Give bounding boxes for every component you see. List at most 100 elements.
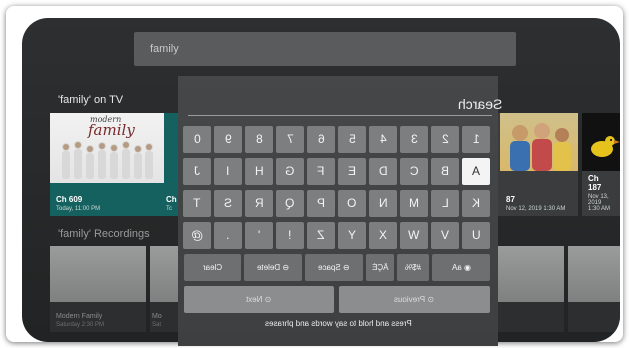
- key-at[interactable]: @: [183, 222, 211, 249]
- key-9[interactable]: 9: [214, 126, 242, 153]
- bird-icon: [591, 136, 620, 157]
- key-r[interactable]: R: [245, 190, 273, 217]
- search-field[interactable]: family: [134, 32, 516, 66]
- key-clear[interactable]: Clear: [184, 254, 241, 281]
- channel-label: Ch 609: [56, 195, 83, 204]
- key-shift-case[interactable]: ◉ aA: [432, 254, 490, 281]
- recording-card[interactable]: Mo Sat: [150, 246, 180, 332]
- key-y[interactable]: Y: [338, 222, 366, 249]
- key-f[interactable]: F: [307, 158, 335, 185]
- recording-title: Mo: [152, 313, 162, 320]
- key-row-functions: ◉ aA #$% ÄÇÉ ⊖ Space ⊖ Delete Clear: [184, 254, 490, 281]
- key-l[interactable]: L: [431, 190, 459, 217]
- recording-time: Saturday 2:30 PM: [56, 322, 105, 328]
- key-row-nav: ⊙ Previous ⊙ Next: [184, 286, 490, 313]
- key-3[interactable]: 3: [400, 126, 428, 153]
- card-meta: Ch Tc: [164, 191, 178, 216]
- card-meta: 87 Nov 12, 2019 1:30 AM: [500, 191, 578, 216]
- program-card-partial[interactable]: Ch Tc: [164, 113, 178, 216]
- recording-card[interactable]: [568, 246, 620, 332]
- key-s[interactable]: S: [214, 190, 242, 217]
- next-icon: ⊙ Next: [246, 295, 272, 304]
- key-4[interactable]: 4: [369, 126, 397, 153]
- program-card-right[interactable]: 87 Nov 12, 2019 1:30 AM: [500, 113, 578, 216]
- channel-label: 87: [506, 195, 515, 204]
- program-thumbnail: [500, 113, 578, 171]
- program-thumbnail: [582, 113, 620, 171]
- search-query: family: [150, 43, 179, 55]
- key-row-a-j: A B C D E F G H I J: [183, 158, 490, 185]
- key-i[interactable]: I: [214, 158, 242, 185]
- key-c[interactable]: C: [400, 158, 428, 185]
- cast-photo-icon: [62, 141, 153, 179]
- recording-card[interactable]: Modern Family Saturday 2:30 PM: [50, 246, 146, 332]
- program-thumbnail: modern family: [50, 113, 164, 183]
- key-h[interactable]: H: [245, 158, 273, 185]
- air-time: Today, 11:00 PM: [56, 206, 101, 212]
- program-card-modern-family[interactable]: modern family Ch 609 Today, 11:00 PM: [50, 113, 164, 216]
- channel-label: Ch 187: [588, 174, 602, 192]
- card-meta: Modern Family Saturday 2:30 PM: [50, 309, 146, 332]
- card-meta: Mo Sat: [150, 309, 180, 332]
- key-6[interactable]: 6: [307, 126, 335, 153]
- section-recordings-title: 'family' Recordings: [58, 228, 150, 240]
- circle-button-icon: ◉ aA: [451, 263, 471, 272]
- key-0[interactable]: 0: [183, 126, 211, 153]
- recording-thumbnail: [496, 246, 564, 302]
- recording-time: Sat: [152, 322, 162, 328]
- recording-thumbnail: [568, 246, 620, 302]
- air-time: Tc: [166, 206, 172, 212]
- recording-thumbnail: [50, 246, 146, 302]
- program-card-far-right[interactable]: Ch 187 Nov 13, 2019 1:30 AM: [582, 113, 620, 216]
- key-row-k-t: K L M N O P Q R S T: [183, 190, 490, 217]
- key-x[interactable]: X: [369, 222, 397, 249]
- key-j[interactable]: J: [183, 158, 211, 185]
- keyboard-input-field[interactable]: Search: [188, 90, 502, 116]
- key-symbols[interactable]: #$%: [397, 254, 429, 281]
- key-8[interactable]: 8: [245, 126, 273, 153]
- recording-thumbnail: [150, 246, 180, 302]
- key-q[interactable]: Q: [276, 190, 304, 217]
- key-z[interactable]: Z: [307, 222, 335, 249]
- previous-button[interactable]: ⊙ Previous: [339, 286, 490, 313]
- key-n[interactable]: N: [369, 190, 397, 217]
- channel-label: Ch: [166, 195, 177, 204]
- voice-hint-text: Press and hold to say words and phrases: [264, 319, 412, 328]
- next-button[interactable]: ⊙ Next: [184, 286, 334, 313]
- screenshot-frame: family 'family' on TV modern family Ch 6…: [6, 6, 623, 346]
- recording-title: Modern Family: [56, 313, 103, 320]
- key-a[interactable]: A: [462, 158, 490, 185]
- key-7[interactable]: 7: [276, 126, 304, 153]
- keyboard-input-label: Search: [458, 96, 503, 112]
- key-apostrophe[interactable]: ': [245, 222, 273, 249]
- onscreen-keyboard: Search 1 2 3 4 5 6 7 8 9 0 A B C D E F G…: [178, 76, 502, 346]
- key-5[interactable]: 5: [338, 126, 366, 153]
- key-w[interactable]: W: [400, 222, 428, 249]
- space-icon: ⊖ Space: [318, 263, 350, 272]
- card-meta: Ch 187 Nov 13, 2019 1:30 AM: [582, 170, 620, 216]
- key-e[interactable]: E: [338, 158, 366, 185]
- section-on-tv-title: 'family' on TV: [58, 94, 124, 106]
- voice-hint: Press and hold to say words and phrases: [178, 319, 498, 328]
- key-v[interactable]: V: [431, 222, 459, 249]
- recording-card[interactable]: [496, 246, 564, 332]
- key-b[interactable]: B: [431, 158, 459, 185]
- previous-icon: ⊙ Previous: [394, 295, 435, 304]
- key-1[interactable]: 1: [462, 126, 490, 153]
- card-meta: Ch 609 Today, 11:00 PM: [50, 191, 164, 216]
- key-period[interactable]: .: [214, 222, 242, 249]
- key-t[interactable]: T: [183, 190, 211, 217]
- key-u[interactable]: U: [462, 222, 490, 249]
- key-o[interactable]: O: [338, 190, 366, 217]
- key-2[interactable]: 2: [431, 126, 459, 153]
- key-m[interactable]: M: [400, 190, 428, 217]
- key-k[interactable]: K: [462, 190, 490, 217]
- key-d[interactable]: D: [369, 158, 397, 185]
- key-accents[interactable]: ÄÇÉ: [366, 254, 394, 281]
- key-exclamation[interactable]: !: [276, 222, 304, 249]
- key-p[interactable]: P: [307, 190, 335, 217]
- key-space[interactable]: ⊖ Space: [305, 254, 363, 281]
- key-g[interactable]: G: [276, 158, 304, 185]
- key-row-u-at: U V W X Y Z ! ' . @: [183, 222, 490, 249]
- key-delete[interactable]: ⊖ Delete: [244, 254, 302, 281]
